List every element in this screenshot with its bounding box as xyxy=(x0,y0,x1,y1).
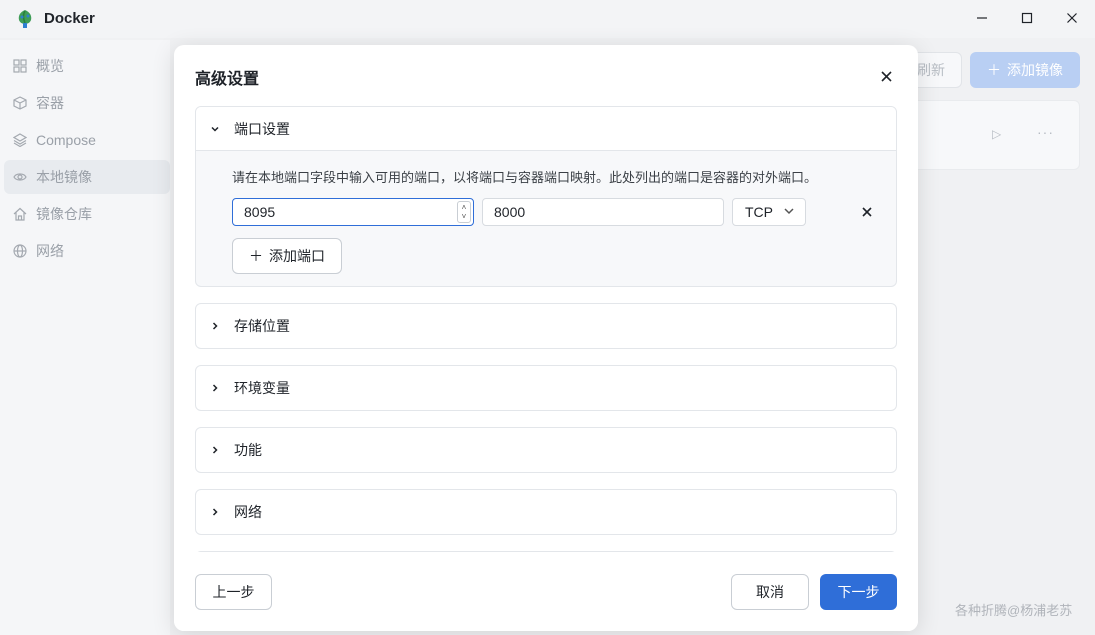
sidebar-item-containers[interactable]: 容器 xyxy=(4,86,170,120)
play-icon[interactable]: ▷ xyxy=(992,127,1001,141)
sidebar-item-network[interactable]: 网络 xyxy=(4,234,170,268)
cube-icon xyxy=(12,95,28,111)
docker-logo-icon xyxy=(14,8,36,30)
chevron-up-icon[interactable]: ˄ xyxy=(462,203,467,212)
chevron-right-icon xyxy=(210,507,220,517)
dialog-footer: 上一步 取消 下一步 xyxy=(174,552,918,631)
refresh-label: 刷新 xyxy=(917,62,945,78)
chevron-down-icon xyxy=(210,124,220,134)
chevron-right-icon xyxy=(210,445,220,455)
network-header: 网络 xyxy=(196,490,896,534)
plus-icon: ＋ xyxy=(249,248,263,264)
dialog-close-button[interactable] xyxy=(876,66,896,86)
close-icon xyxy=(880,70,892,82)
features-panel[interactable]: 功能 xyxy=(195,427,897,473)
protocol-select[interactable]: TCP xyxy=(732,198,806,226)
plus-icon: ＋ xyxy=(987,62,1001,78)
chevron-right-icon xyxy=(210,321,220,331)
sidebar: 概览 容器 Compose 本地镜像 镜像仓库 网络 xyxy=(0,40,170,635)
port-stepper[interactable]: ˄ ˅ xyxy=(457,201,471,223)
sidebar-item-local-images[interactable]: 本地镜像 xyxy=(4,160,170,194)
add-port-label: 添加端口 xyxy=(269,248,325,264)
environment-panel[interactable]: 环境变量 xyxy=(195,365,897,411)
sidebar-item-label: 网络 xyxy=(36,243,64,259)
sidebar-item-label: 本地镜像 xyxy=(36,169,92,185)
network-panel[interactable]: 网络 xyxy=(195,489,897,535)
watermark-text: 各种折腾@杨浦老苏 xyxy=(955,603,1073,618)
remove-port-icon[interactable] xyxy=(862,204,872,221)
maximize-icon xyxy=(1021,12,1033,24)
container-port-value: 8000 xyxy=(494,204,526,220)
globe-icon xyxy=(12,243,28,259)
home-icon xyxy=(12,206,28,222)
features-header: 功能 xyxy=(196,428,896,472)
minimize-button[interactable] xyxy=(968,6,996,30)
grid-icon xyxy=(12,58,28,74)
port-description: 请在本地端口字段中输入可用的端口，以将端口与容器端口映射。此处列出的端口是容器的… xyxy=(232,170,818,185)
eye-icon xyxy=(12,169,28,185)
cancel-button[interactable]: 取消 xyxy=(731,574,809,610)
container-port-input[interactable]: 8000 xyxy=(482,198,724,226)
more-icon[interactable]: ··· xyxy=(1037,124,1054,140)
app-title: Docker xyxy=(44,10,95,27)
sidebar-item-label: Compose xyxy=(36,132,96,148)
add-image-label: 添加镜像 xyxy=(1007,62,1063,78)
sidebar-item-registry[interactable]: 镜像仓库 xyxy=(4,197,170,231)
close-icon xyxy=(1067,13,1077,23)
prev-step-button[interactable]: 上一步 xyxy=(195,574,272,610)
advanced-settings-dialog: 高级设置 端口设置 请在本地端口字段中输入可用的端口，以将端口与容器端口映射。此… xyxy=(174,45,918,631)
section-title: 环境变量 xyxy=(234,380,290,396)
sidebar-item-label: 容器 xyxy=(36,95,64,111)
layers-icon xyxy=(12,132,28,148)
section-title: 功能 xyxy=(234,442,262,458)
dialog-title: 高级设置 xyxy=(195,71,260,88)
protocol-value: TCP xyxy=(745,204,773,220)
sidebar-item-compose[interactable]: Compose xyxy=(4,123,170,157)
section-title: 端口设置 xyxy=(234,120,290,137)
chevron-down-icon[interactable]: ˅ xyxy=(462,212,467,221)
local-port-input[interactable]: 8095 ˄ ˅ xyxy=(232,198,474,226)
add-port-button[interactable]: ＋ 添加端口 xyxy=(232,238,342,274)
sidebar-item-overview[interactable]: 概览 xyxy=(4,49,170,83)
section-title: 存储位置 xyxy=(234,318,290,334)
sidebar-item-label: 概览 xyxy=(36,58,64,74)
sidebar-item-label: 镜像仓库 xyxy=(36,206,92,222)
next-step-button[interactable]: 下一步 xyxy=(820,574,897,610)
title-bar: Docker xyxy=(0,0,1095,38)
section-title: 网络 xyxy=(234,504,262,520)
chevron-down-icon xyxy=(783,204,795,220)
environment-header: 环境变量 xyxy=(196,366,896,410)
port-settings-panel: 端口设置 请在本地端口字段中输入可用的端口，以将端口与容器端口映射。此处列出的端… xyxy=(195,106,897,287)
minimize-icon xyxy=(977,17,987,19)
port-settings-header[interactable]: 端口设置 xyxy=(196,107,896,151)
add-image-button[interactable]: ＋ 添加镜像 xyxy=(970,52,1080,88)
window-close-button[interactable] xyxy=(1058,6,1086,30)
local-port-value: 8095 xyxy=(244,204,276,220)
chevron-right-icon xyxy=(210,383,220,393)
storage-header: 存储位置 xyxy=(196,304,896,348)
maximize-button[interactable] xyxy=(1013,6,1041,30)
storage-panel[interactable]: 存储位置 xyxy=(195,303,897,349)
